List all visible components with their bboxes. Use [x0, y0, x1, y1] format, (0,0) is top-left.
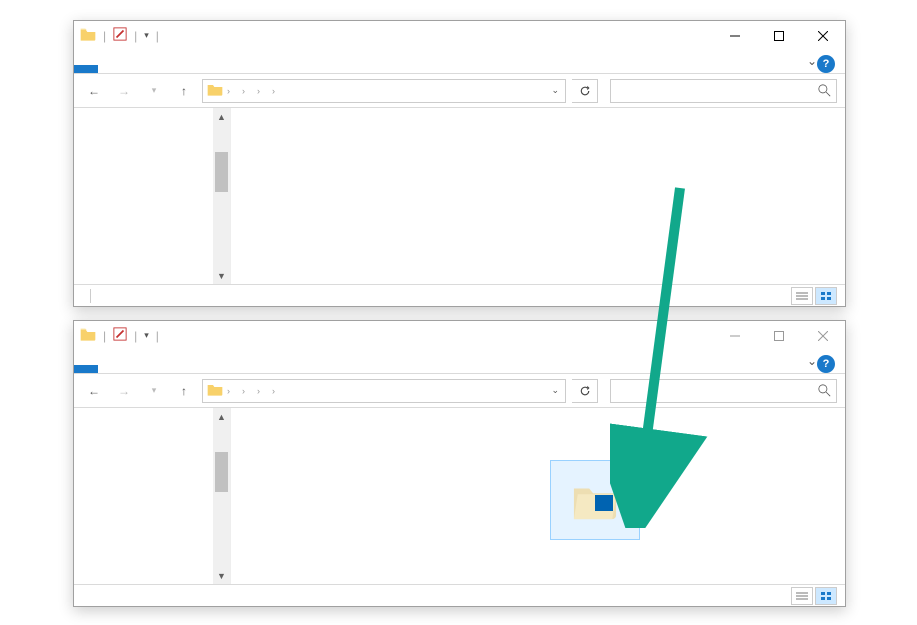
qat-separator: |: [134, 329, 137, 343]
status-separator: [90, 289, 91, 303]
qat-separator: |: [156, 29, 159, 43]
qat-separator: |: [103, 29, 106, 43]
view-icons-button[interactable]: [815, 287, 837, 305]
addr-history-dropdown[interactable]: ⌄: [545, 385, 565, 396]
tab-view[interactable]: [146, 65, 170, 73]
search-input[interactable]: [611, 84, 812, 98]
close-button[interactable]: [801, 21, 845, 50]
forward-button[interactable]: →: [112, 79, 136, 103]
up-button[interactable]: ↑: [172, 79, 196, 103]
scroll-up-icon[interactable]: ▲: [213, 108, 230, 125]
scrollbar[interactable]: ▲ ▼: [213, 408, 230, 584]
addr-folder-icon: [203, 382, 227, 399]
titlebar[interactable]: | | ▾ |: [74, 321, 845, 350]
scroll-thumb[interactable]: [215, 152, 228, 192]
tab-file[interactable]: [74, 65, 98, 73]
up-button[interactable]: ↑: [172, 379, 196, 403]
view-details-button[interactable]: [791, 587, 813, 605]
maximize-button[interactable]: [757, 321, 801, 350]
qat-separator: |: [134, 29, 137, 43]
refresh-button[interactable]: [572, 79, 598, 103]
tab-view[interactable]: [146, 365, 170, 373]
addr-history-dropdown[interactable]: ⌄: [545, 85, 565, 96]
tab-file[interactable]: [74, 365, 98, 373]
address-bar-row: ← → ▾ ↑ › › › › ⌄: [74, 74, 845, 108]
maximize-button[interactable]: [757, 21, 801, 50]
chevron-right-icon[interactable]: ›: [227, 386, 230, 396]
forward-button[interactable]: →: [112, 379, 136, 403]
search-icon[interactable]: [812, 384, 836, 397]
recent-dropdown[interactable]: ▾: [142, 379, 166, 403]
search-box[interactable]: [610, 79, 837, 103]
chevron-right-icon[interactable]: ›: [272, 86, 275, 96]
scroll-up-icon[interactable]: ▲: [213, 408, 230, 425]
back-button[interactable]: ←: [82, 379, 106, 403]
explorer-icon: [80, 27, 96, 44]
titlebar[interactable]: | | ▾ |: [74, 21, 845, 50]
scrollbar[interactable]: ▲ ▼: [213, 108, 230, 284]
ribbon-tabs: ⌄ ?: [74, 350, 845, 374]
qat-separator: |: [156, 329, 159, 343]
qat-properties-icon[interactable]: [113, 27, 127, 44]
minimize-button[interactable]: [713, 21, 757, 50]
view-details-button[interactable]: [791, 287, 813, 305]
tab-start[interactable]: [98, 65, 122, 73]
scroll-thumb[interactable]: [215, 452, 228, 492]
address-bar[interactable]: › › › › ⌄: [202, 79, 566, 103]
tab-share[interactable]: [122, 365, 146, 373]
navigation-pane: ▲ ▼: [74, 108, 231, 284]
scroll-down-icon[interactable]: ▼: [213, 567, 230, 584]
view-icons-button[interactable]: [815, 587, 837, 605]
status-bar: [74, 584, 845, 606]
minimize-button[interactable]: [713, 321, 757, 350]
chevron-right-icon[interactable]: ›: [272, 386, 275, 396]
tab-start[interactable]: [98, 365, 122, 373]
addr-folder-icon: [203, 82, 227, 99]
content-area[interactable]: [231, 108, 845, 284]
content-area[interactable]: [231, 408, 845, 584]
qat-dropdown-icon[interactable]: ▾: [144, 30, 149, 41]
ribbon-expand-icon[interactable]: ⌄: [807, 354, 817, 368]
refresh-button[interactable]: [572, 379, 598, 403]
chevron-right-icon[interactable]: ›: [242, 86, 245, 96]
explorer-window-2: | | ▾ | ⌄ ? ← → ▾ ↑ › › ›: [73, 320, 846, 607]
chevron-right-icon[interactable]: ›: [257, 386, 260, 396]
back-button[interactable]: ←: [82, 79, 106, 103]
address-bar[interactable]: › › › › ⌄: [202, 379, 566, 403]
tab-share[interactable]: [122, 65, 146, 73]
ribbon-expand-icon[interactable]: ⌄: [807, 54, 817, 68]
qat-dropdown-icon[interactable]: ▾: [144, 330, 149, 341]
close-button[interactable]: [801, 321, 845, 350]
search-icon[interactable]: [812, 84, 836, 97]
chevron-right-icon[interactable]: ›: [242, 386, 245, 396]
qat-properties-icon[interactable]: [113, 327, 127, 344]
scroll-down-icon[interactable]: ▼: [213, 267, 230, 284]
recent-dropdown[interactable]: ▾: [142, 79, 166, 103]
drag-ghost-folder: [550, 460, 640, 540]
status-bar: [74, 284, 845, 306]
chevron-right-icon[interactable]: ›: [227, 86, 230, 96]
explorer-icon: [80, 327, 96, 344]
qat-separator: |: [103, 329, 106, 343]
help-icon[interactable]: ?: [817, 355, 835, 373]
search-box[interactable]: [610, 379, 837, 403]
search-input[interactable]: [611, 384, 812, 398]
ribbon-tabs: ⌄ ?: [74, 50, 845, 74]
drag-count-badge: [595, 495, 613, 511]
chevron-right-icon[interactable]: ›: [257, 86, 260, 96]
navigation-pane: ▲ ▼: [74, 408, 231, 584]
explorer-window-1: | | ▾ | ⌄ ? ← → ▾ ↑ › › ›: [73, 20, 846, 307]
help-icon[interactable]: ?: [817, 55, 835, 73]
address-bar-row: ← → ▾ ↑ › › › › ⌄: [74, 374, 845, 408]
